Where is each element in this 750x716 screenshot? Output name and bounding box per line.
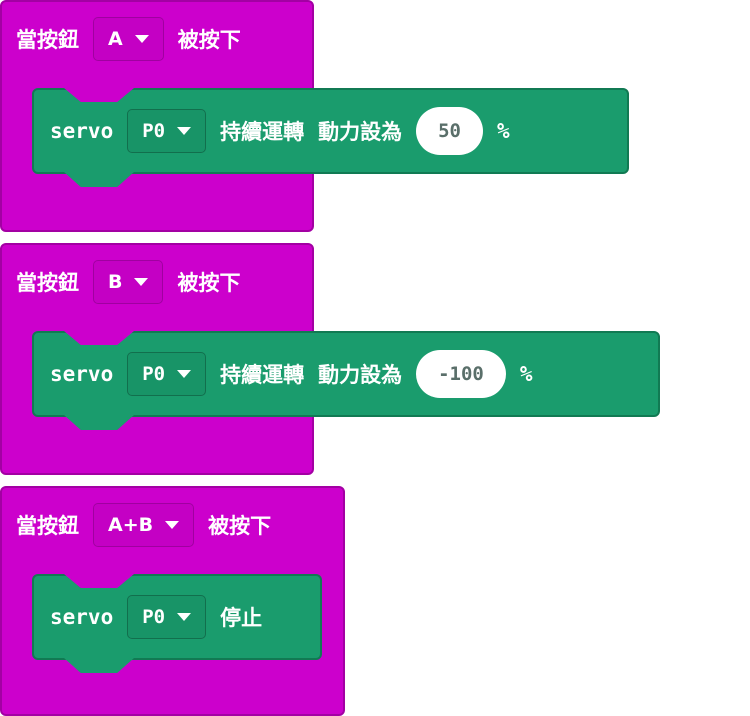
pin-dropdown[interactable]: P0 [127, 595, 207, 639]
caret-down-icon [177, 127, 192, 135]
block-tab [64, 172, 134, 187]
pin-value: P0 [142, 606, 166, 628]
button-value: A [108, 28, 123, 50]
pin-value: P0 [142, 363, 166, 385]
power-value: -100 [438, 363, 484, 385]
event-label: 當按鈕 [16, 271, 79, 295]
block-notch [64, 331, 134, 345]
caret-down-icon [177, 370, 192, 378]
servo-run-continuous-block[interactable]: servo P0 持續運轉 動力設為 -100 % [32, 331, 660, 430]
servo-keyword: servo [50, 119, 114, 143]
pin-dropdown[interactable]: P0 [127, 109, 207, 153]
event-label: 當按鈕 [16, 514, 79, 538]
block-notch [64, 88, 134, 102]
unit-label: % [497, 119, 510, 143]
power-label: 動力設為 [318, 363, 403, 387]
on-button-pressed-block-a[interactable]: 當按鈕 A 被按下 servo P0 持續運轉 動力設為 50 % [0, 0, 629, 232]
power-value-input[interactable]: -100 [416, 350, 506, 398]
power-value: 50 [438, 120, 461, 142]
caret-down-icon [134, 35, 149, 43]
caret-down-icon [134, 278, 149, 286]
button-dropdown[interactable]: A [93, 17, 164, 61]
caret-down-icon [165, 521, 180, 529]
button-value: A+B [108, 514, 154, 536]
action-label: 停止 [220, 606, 263, 630]
pin-value: P0 [142, 120, 166, 142]
button-dropdown[interactable]: B [93, 260, 164, 304]
button-value: B [108, 271, 123, 293]
power-label: 動力設為 [318, 120, 403, 144]
button-dropdown[interactable]: A+B [93, 503, 195, 547]
unit-label: % [519, 362, 533, 386]
servo-keyword: servo [50, 605, 114, 629]
event-label: 當按鈕 [16, 28, 79, 52]
pin-dropdown[interactable]: P0 [127, 352, 207, 396]
event-suffix: 被按下 [177, 28, 241, 52]
block-notch [64, 574, 134, 588]
event-suffix: 被按下 [177, 271, 241, 295]
action-label: 持續運轉 [220, 363, 305, 387]
action-label: 持續運轉 [220, 120, 305, 144]
power-value-input[interactable]: 50 [416, 107, 483, 155]
block-tab [64, 658, 134, 673]
servo-run-continuous-block[interactable]: servo P0 持續運轉 動力設為 50 % [32, 88, 629, 187]
on-button-pressed-block-b[interactable]: 當按鈕 B 被按下 servo P0 持續運轉 動力設為 -100 % [0, 243, 660, 475]
caret-down-icon [177, 613, 192, 621]
on-button-pressed-block-ab[interactable]: 當按鈕 A+B 被按下 servo P0 停止 [0, 486, 345, 716]
event-suffix: 被按下 [208, 514, 272, 538]
servo-stop-block[interactable]: servo P0 停止 [32, 574, 322, 673]
servo-keyword: servo [50, 362, 114, 386]
block-tab [64, 415, 134, 430]
